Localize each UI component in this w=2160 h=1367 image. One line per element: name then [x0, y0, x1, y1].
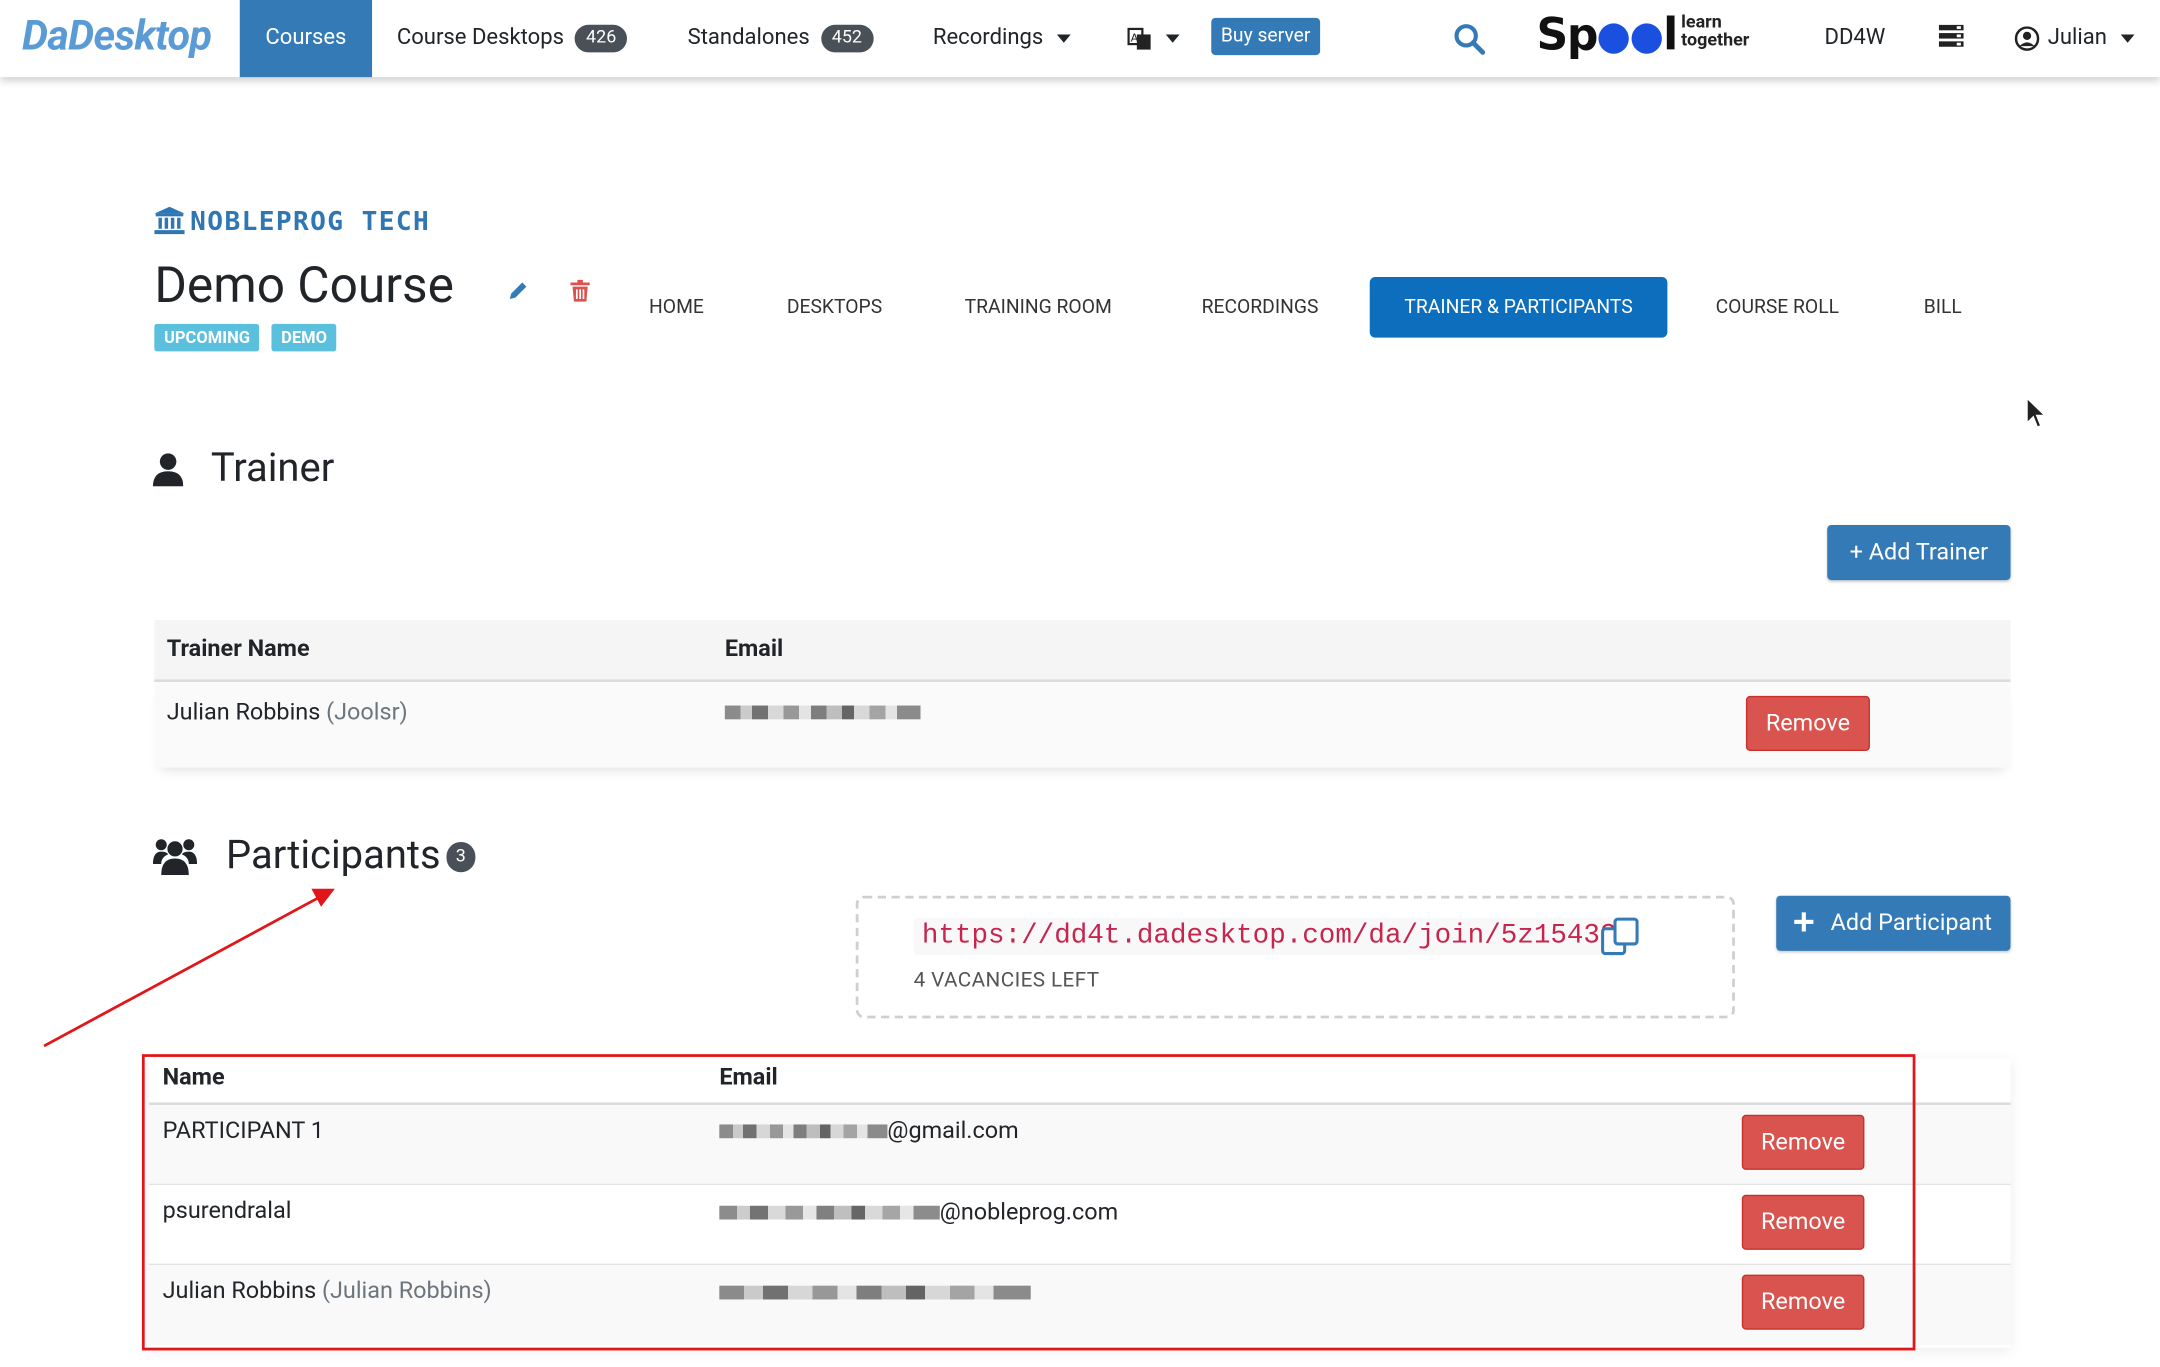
remove-trainer-button[interactable]: Remove — [1745, 695, 1870, 752]
trash-icon[interactable] — [570, 279, 590, 302]
trainer-name: Julian Robbins (Joolsr) — [167, 699, 408, 727]
chevron-down-icon — [1165, 34, 1180, 43]
chevron-down-icon — [1057, 34, 1071, 43]
nav-recordings[interactable]: Recordings — [933, 0, 1071, 77]
search-icon[interactable] — [1452, 22, 1486, 55]
tab-bill[interactable]: BILL — [1924, 277, 1962, 338]
tab-recordings[interactable]: RECORDINGS — [1202, 277, 1319, 338]
chevron-down-icon — [2120, 34, 2135, 43]
tab-training-room[interactable]: TRAINING ROOM — [965, 277, 1112, 338]
spool-tagline-line2: together — [1681, 30, 1750, 51]
plus-icon — [1794, 912, 1815, 932]
add-trainer-button[interactable]: + Add Trainer — [1827, 525, 2011, 581]
institution-icon — [154, 206, 185, 235]
trainer-table-header — [154, 620, 2011, 681]
add-participant-button[interactable]: Add Participant — [1776, 895, 2011, 951]
trainer-username: (Joolsr) — [326, 698, 408, 727]
pencil-icon[interactable] — [507, 280, 529, 302]
copy-icon[interactable] — [1600, 916, 1641, 957]
invite-link-box: https://dd4t.dadesktop.com/da/join/5z154… — [855, 895, 1735, 1019]
user-name: Julian — [2047, 23, 2107, 50]
participants-count: 3 — [446, 842, 476, 873]
table-row — [154, 682, 2011, 768]
tab-course-roll[interactable]: COURSE ROLL — [1716, 277, 1839, 338]
users-icon — [152, 839, 198, 876]
trainer-col-email: Email — [724, 635, 784, 663]
nav-dd4w[interactable]: DD4W — [1824, 0, 1885, 77]
brand-logo[interactable]: DaDesktop — [22, 12, 212, 60]
annotation-highlight-box — [141, 1054, 1916, 1351]
course-desktops-count: 426 — [575, 24, 628, 53]
status-badge-demo: DEMO — [271, 323, 337, 352]
course-title: Demo Course — [154, 256, 454, 315]
nav-standalones-label: Standalones — [687, 23, 810, 50]
nav-course-desktops[interactable]: Course Desktops 426 — [396, 0, 628, 77]
add-participant-label: Add Participant — [1830, 909, 1992, 938]
nav-courses-label: Courses — [265, 23, 347, 50]
standalones-count: 452 — [820, 24, 873, 53]
trainer-heading: Trainer — [210, 445, 335, 492]
user-circle-icon — [2014, 25, 2040, 51]
nav-standalones[interactable]: Standalones 452 — [688, 0, 873, 77]
svg-text:A: A — [1131, 31, 1139, 44]
tab-trainer-participants[interactable]: TRAINER & PARTICIPANTS — [1369, 276, 1668, 338]
participants-heading-label: Participants — [225, 832, 441, 880]
organization-label: NOBLEPROG TECH — [190, 206, 431, 238]
top-navbar: DaDesktop Courses Course Desktops 426 Sta… — [0, 0, 2160, 78]
status-badge-upcoming: UPCOMING — [154, 323, 260, 352]
spool-logo[interactable]: Sp l — [1536, 8, 1678, 60]
trainer-col-name: Trainer Name — [166, 635, 310, 663]
organization-name[interactable]: NOBLEPROG TECH — [154, 206, 431, 238]
trainer-full-name: Julian Robbins — [166, 698, 321, 727]
spool-tagline-line1: learn — [1681, 12, 1722, 34]
participants-heading: Participants 3 — [226, 832, 476, 879]
spool-tagline: learn together — [1681, 14, 1749, 50]
tab-desktops[interactable]: DESKTOPS — [787, 277, 882, 338]
buy-server-button[interactable]: Buy server — [1211, 17, 1321, 56]
language-dropdown[interactable]: A — [1127, 0, 1180, 77]
nav-courses[interactable]: Courses — [239, 0, 373, 78]
invite-link[interactable]: https://dd4t.dadesktop.com/da/join/5z154… — [913, 917, 1625, 955]
user-icon — [152, 453, 184, 487]
tab-home[interactable]: HOME — [649, 277, 704, 338]
nav-recordings-label: Recordings — [932, 23, 1044, 50]
user-menu[interactable]: Julian — [2014, 0, 2135, 77]
translate-icon: A — [1127, 27, 1151, 50]
server-icon[interactable] — [1938, 24, 1964, 47]
vacancies-left: 4 VACANCIES LEFT — [913, 967, 1100, 993]
nav-course-desktops-label: Course Desktops — [396, 23, 565, 50]
mouse-cursor-icon — [2026, 396, 2047, 429]
redacted-email — [724, 705, 921, 720]
